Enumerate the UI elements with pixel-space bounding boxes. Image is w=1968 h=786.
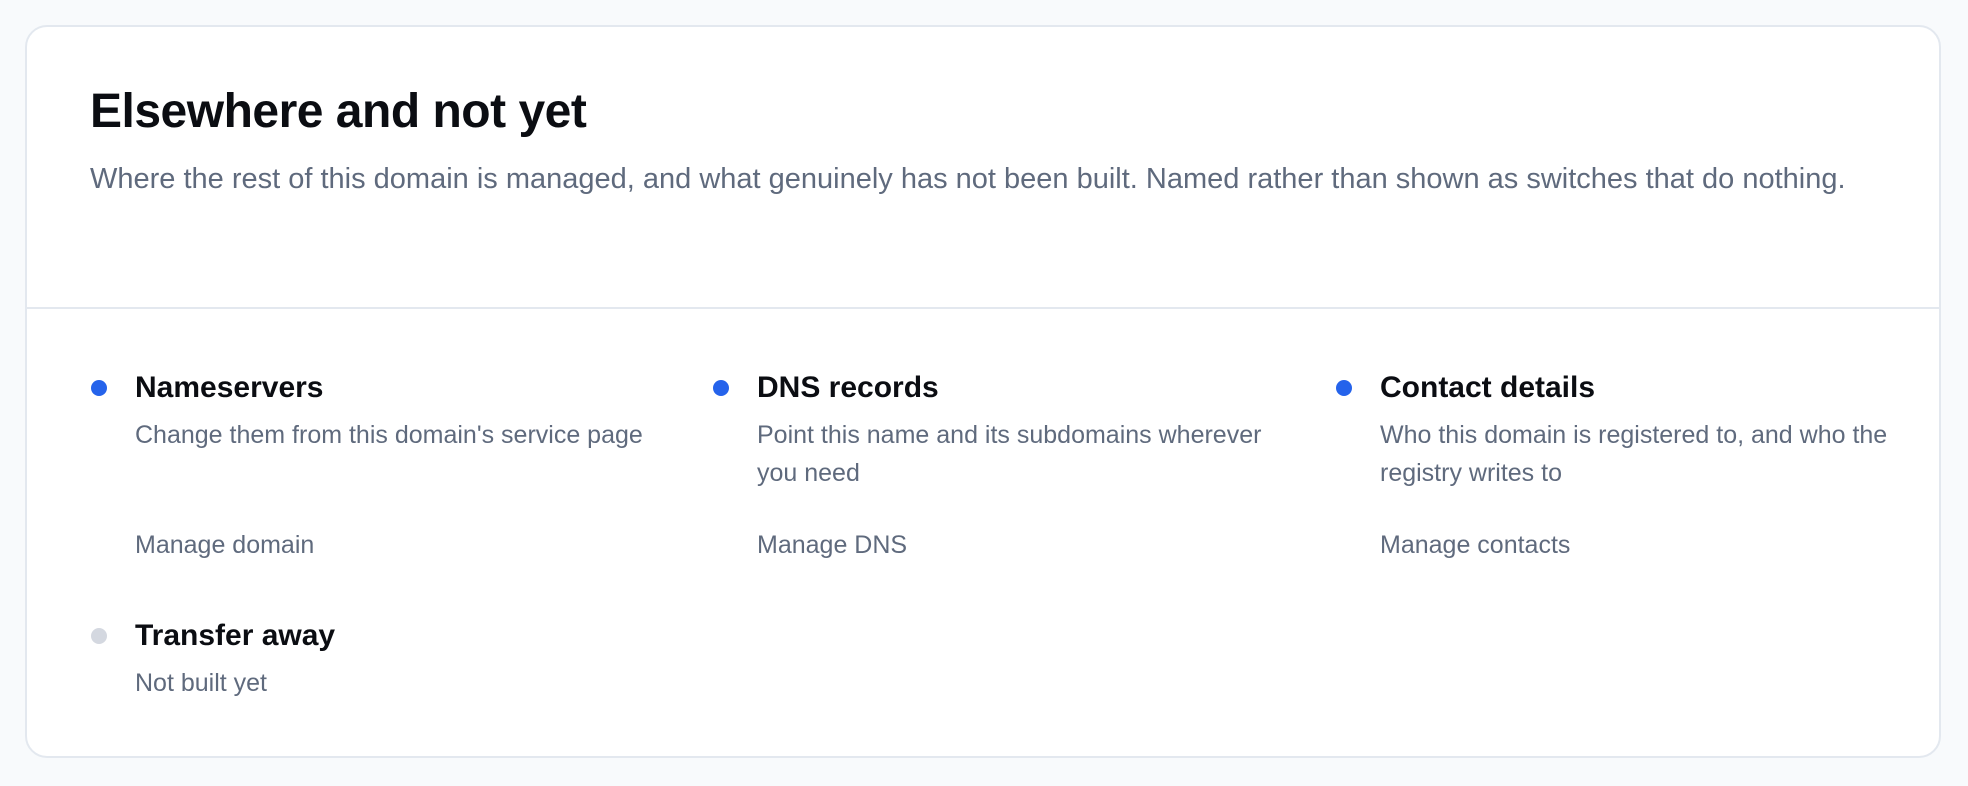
status-dot-active: [713, 380, 729, 396]
panel-subtitle: Where the rest of this domain is managed…: [90, 163, 1846, 195]
item-nameservers: Nameservers Change them from this domain…: [91, 368, 695, 559]
item-title: Transfer away: [135, 619, 336, 652]
item-dns-records: DNS records Point this name and its subd…: [713, 368, 1317, 559]
item-title: DNS records: [757, 371, 939, 404]
elsewhere-panel: Elsewhere and not yet Where the rest of …: [25, 25, 1941, 758]
status-dot-inactive: [91, 628, 107, 644]
item-title: Contact details: [1380, 371, 1596, 404]
item-title: Nameservers: [135, 371, 324, 404]
manage-contacts-link[interactable]: Manage contacts: [1380, 526, 1570, 564]
item-contact-details: Contact details Who this domain is regis…: [1336, 368, 1940, 559]
status-dot-active: [91, 380, 107, 396]
status-dot-active: [1336, 380, 1352, 396]
item-description: Who this domain is registered to, and wh…: [1380, 421, 1888, 487]
panel-header: Elsewhere and not yet Where the rest of …: [27, 27, 1939, 309]
item-transfer-away: Transfer away Not built yet: [91, 616, 695, 702]
item-description: Not built yet: [135, 669, 268, 697]
panel-title: Elsewhere and not yet: [90, 85, 587, 138]
manage-dns-link[interactable]: Manage DNS: [757, 526, 907, 564]
item-description: Change them from this domain's service p…: [135, 421, 643, 449]
manage-domain-link[interactable]: Manage domain: [135, 526, 314, 564]
item-description: Point this name and its subdomains where…: [757, 421, 1262, 487]
